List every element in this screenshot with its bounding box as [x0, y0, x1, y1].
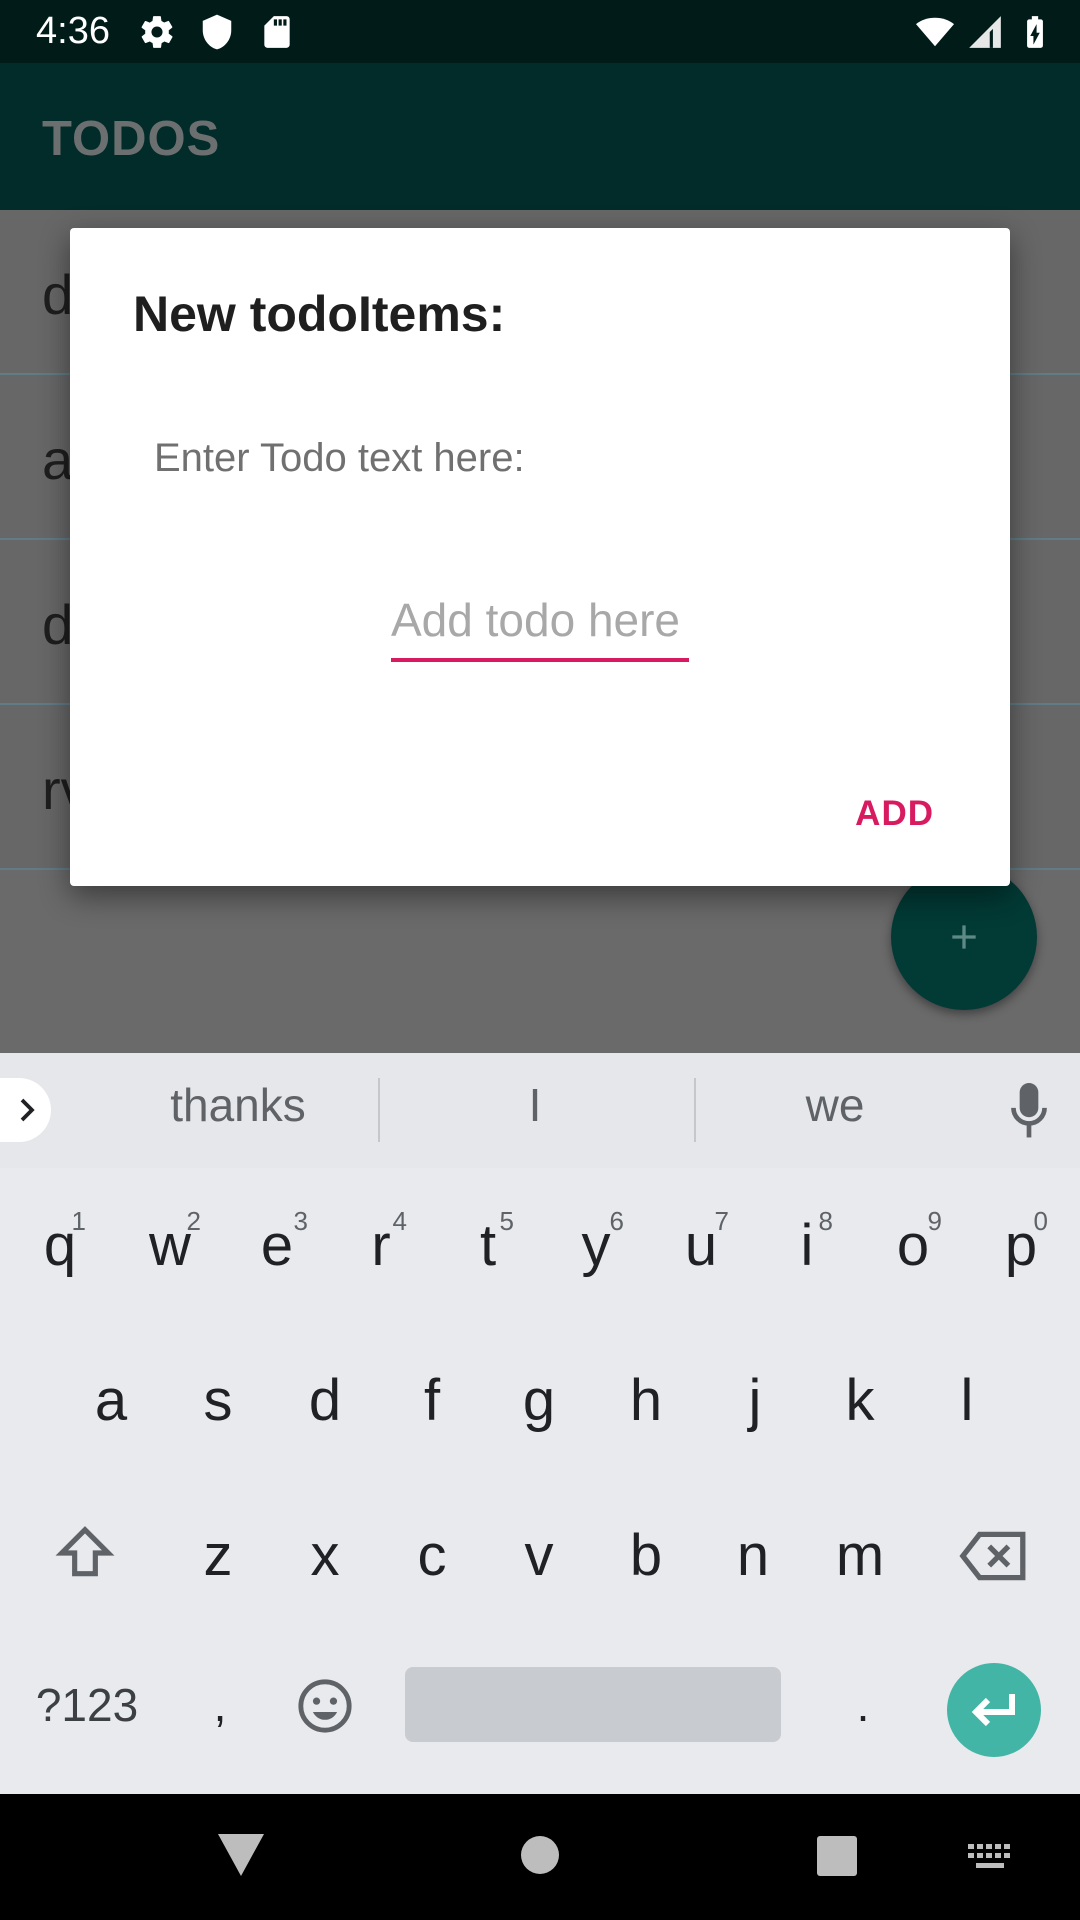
key-l[interactable]: l: [936, 1367, 998, 1434]
key-u[interactable]: u7: [669, 1206, 733, 1279]
key-n[interactable]: n: [722, 1522, 784, 1589]
key-a[interactable]: a: [80, 1367, 142, 1434]
dialog-label: Enter Todo text here:: [154, 436, 525, 480]
key-k[interactable]: k: [829, 1367, 891, 1434]
todo-text-input[interactable]: [391, 582, 689, 662]
settings-icon: [141, 16, 173, 48]
key-m[interactable]: m: [824, 1522, 896, 1589]
shield-icon: [202, 14, 232, 50]
symbols-key[interactable]: ?123: [28, 1678, 146, 1732]
key-f[interactable]: f: [401, 1367, 463, 1434]
suggestion-divider: [694, 1078, 696, 1142]
shift-icon: [55, 1526, 115, 1577]
signal-icon: [969, 16, 1001, 48]
recents-icon[interactable]: [817, 1836, 857, 1876]
space-key[interactable]: [405, 1667, 781, 1742]
key-z[interactable]: z: [187, 1522, 249, 1589]
key-v[interactable]: v: [508, 1522, 570, 1589]
add-button[interactable]: ADD: [855, 794, 934, 834]
backspace-key[interactable]: [956, 1527, 1032, 1599]
keyboard-switch-icon[interactable]: [968, 1844, 1012, 1870]
key-i[interactable]: i8: [777, 1206, 837, 1279]
back-icon[interactable]: [218, 1834, 264, 1876]
suggestion-expand-button[interactable]: [0, 1078, 51, 1142]
comma-key[interactable]: ,: [200, 1678, 240, 1732]
list-item-text: a: [42, 428, 74, 491]
suggestion-divider: [378, 1078, 380, 1142]
key-w[interactable]: w2: [135, 1206, 205, 1279]
plus-icon: [952, 925, 976, 949]
backspace-icon: [959, 1531, 1026, 1581]
key-p[interactable]: p0: [990, 1206, 1052, 1279]
navigation-bar: [0, 1794, 1080, 1920]
key-t[interactable]: t5: [458, 1206, 518, 1279]
sd-card-icon: [264, 16, 290, 48]
emoji-key[interactable]: [295, 1677, 355, 1749]
wifi-icon: [916, 17, 954, 47]
key-e[interactable]: e3: [242, 1206, 312, 1279]
status-bar: 4:36: [0, 0, 1080, 63]
status-time: 4:36: [36, 10, 110, 52]
emoji-icon: [298, 1679, 352, 1733]
microphone-icon[interactable]: [1010, 1083, 1048, 1139]
list-item-text: d: [42, 263, 74, 326]
key-q[interactable]: q1: [30, 1206, 90, 1279]
list-item-text: d: [42, 593, 74, 656]
shift-key[interactable]: [50, 1522, 120, 1598]
suggestion-3[interactable]: we: [770, 1078, 900, 1132]
home-icon[interactable]: [521, 1836, 559, 1874]
key-r[interactable]: r4: [351, 1206, 411, 1279]
suggestion-1[interactable]: thanks: [138, 1078, 338, 1132]
chevron-right-icon: [20, 1098, 35, 1122]
suggestion-2[interactable]: I: [490, 1078, 580, 1132]
app-bar: TODOS: [0, 63, 1080, 210]
new-todo-dialog: New todoItems: Enter Todo text here: ADD: [70, 228, 1010, 886]
key-b[interactable]: b: [615, 1522, 677, 1589]
suggestion-bar: thanks I we: [0, 1053, 1080, 1168]
period-key[interactable]: .: [845, 1678, 881, 1732]
key-x[interactable]: x: [294, 1522, 356, 1589]
app-title: TODOS: [42, 112, 221, 166]
key-h[interactable]: h: [615, 1367, 677, 1434]
dialog-title: New todoItems:: [133, 286, 506, 342]
key-s[interactable]: s: [187, 1367, 249, 1434]
key-j[interactable]: j: [724, 1367, 786, 1434]
enter-icon: [971, 1694, 1015, 1727]
enter-key[interactable]: [947, 1663, 1041, 1757]
battery-charging-icon: [1027, 16, 1043, 48]
key-o[interactable]: o9: [880, 1206, 946, 1279]
key-g[interactable]: g: [508, 1367, 570, 1434]
key-y[interactable]: y6: [564, 1206, 628, 1279]
key-c[interactable]: c: [401, 1522, 463, 1589]
key-d[interactable]: d: [294, 1367, 356, 1434]
